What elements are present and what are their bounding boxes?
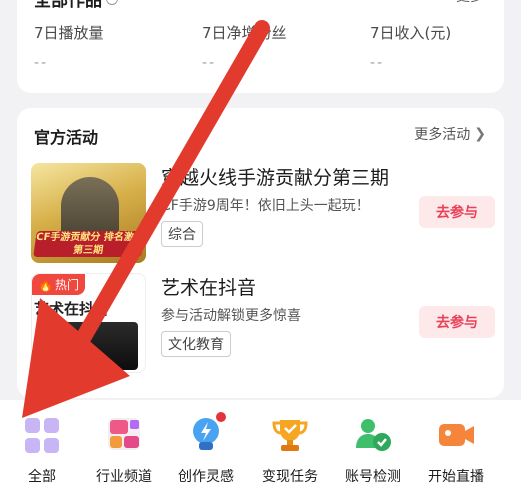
activity-thumbnail: 艺术在抖音 🔥 热门 — [31, 273, 146, 373]
activity-subtitle: 参与活动解锁更多惊喜 — [161, 308, 301, 324]
thumbnail-text: 艺术在抖音 — [34, 300, 110, 318]
tool-industry-channel[interactable]: 行业频道 — [84, 414, 164, 486]
stat-play-count: 7日播放量 -- — [34, 24, 104, 71]
stats-card: 全部作品 更多 7日播放量 -- 7日净增粉丝 -- 7日收入(元) -- — [17, 0, 504, 93]
flame-icon: 🔥 — [38, 277, 53, 292]
activity-tag: 综合 — [161, 221, 203, 247]
live-camera-icon — [436, 414, 476, 454]
thumbnail-banner: CF手游贡献分 排名激励第三期 — [33, 231, 145, 257]
notification-dot — [216, 412, 226, 422]
soldier-image — [61, 177, 119, 239]
activity-subtitle: CF手游9周年！依旧上头一起玩！ — [161, 198, 370, 214]
tool-all[interactable]: 全部 — [2, 414, 82, 486]
activity-item[interactable]: CF手游贡献分 排名激励第三期 穿越火线手游贡献分第三期 CF手游9周年！依旧上… — [31, 163, 495, 263]
tool-monetize-tasks[interactable]: 变现任务 — [250, 414, 330, 486]
stat-income: 7日收入(元) -- — [370, 24, 452, 71]
activities-title: 官方活动 — [34, 128, 99, 147]
grid-icon — [22, 414, 62, 454]
activities-more-link[interactable]: 更多活动 ❯ — [414, 124, 486, 144]
activity-title: 艺术在抖音 — [161, 277, 257, 299]
activity-title: 穿越火线手游贡献分第三期 — [161, 167, 390, 189]
trophy-icon — [270, 414, 310, 454]
industry-channel-icon — [104, 414, 144, 454]
tools-bar: 全部 行业频道 创作灵感 变现任务 账号检测 开始直播 — [0, 400, 521, 500]
activities-card: 官方活动 更多活动 ❯ CF手游贡献分 排名激励第三期 穿越火线手游贡献分第三期… — [17, 108, 504, 398]
tool-account-check[interactable]: 账号检测 — [333, 414, 413, 486]
hot-badge: 🔥 热门 — [32, 274, 85, 295]
activity-thumbnail: CF手游贡献分 排名激励第三期 — [31, 163, 146, 263]
join-button[interactable]: 去参与 — [419, 196, 495, 228]
info-icon[interactable] — [106, 0, 118, 5]
join-button[interactable]: 去参与 — [419, 306, 495, 338]
activity-item[interactable]: 艺术在抖音 🔥 热门 艺术在抖音 参与活动解锁更多惊喜 文化教育 去参与 — [31, 273, 495, 373]
tool-creative-inspiration[interactable]: 创作灵感 — [166, 412, 246, 486]
account-check-icon — [353, 414, 393, 454]
lightbulb-icon — [186, 412, 226, 454]
thumbnail-photo — [38, 322, 138, 370]
activity-tag: 文化教育 — [161, 331, 231, 357]
tool-start-live[interactable]: 开始直播 — [416, 414, 496, 486]
chevron-right-icon: ❯ — [474, 126, 486, 142]
stats-title[interactable]: 全部作品 — [34, 0, 118, 11]
stats-more-link[interactable]: 更多 — [456, 0, 484, 6]
stat-net-followers: 7日净增粉丝 -- — [202, 24, 287, 71]
